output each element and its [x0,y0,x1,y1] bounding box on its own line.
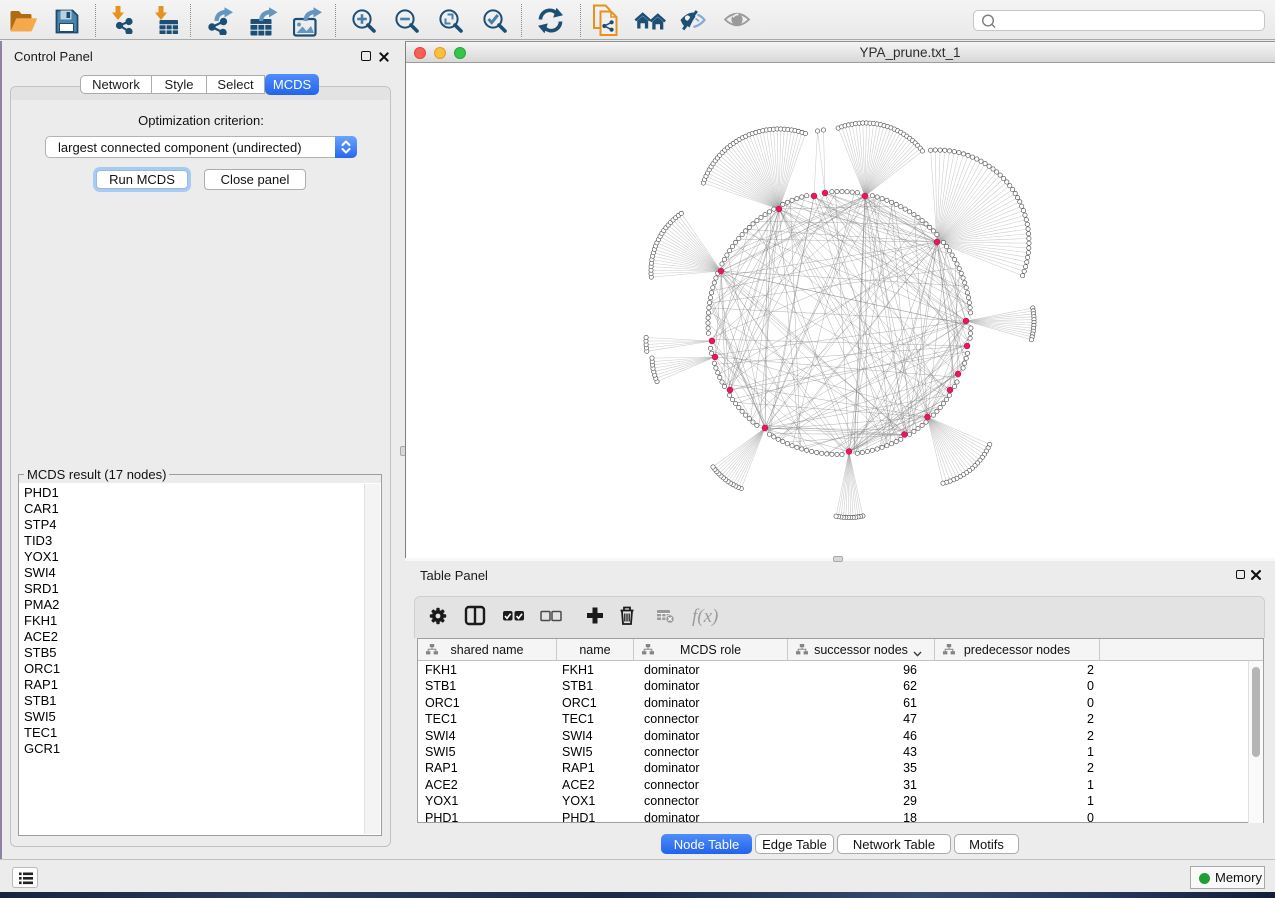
svg-text:f(x): f(x) [692,606,718,627]
